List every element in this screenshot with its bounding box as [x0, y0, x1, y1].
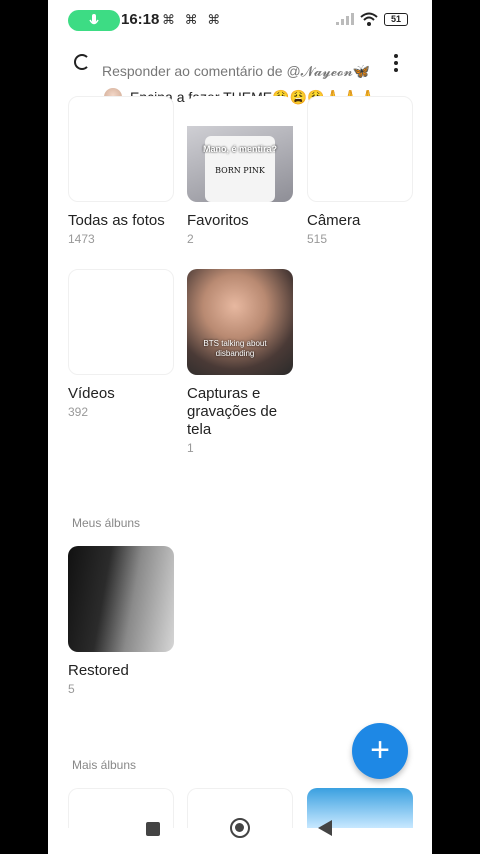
- album-count: 1: [187, 441, 194, 455]
- album-videos[interactable]: Vídeos 392: [68, 269, 178, 419]
- album-label: Restored: [68, 662, 129, 679]
- plus-icon: +: [370, 731, 390, 769]
- recents-icon[interactable]: [146, 822, 160, 836]
- mic-indicator: [68, 10, 120, 31]
- album-thumbnail: [307, 96, 413, 202]
- microphone-icon: [89, 13, 99, 24]
- album-count: 1473: [68, 232, 95, 246]
- album-thumbnail: [68, 96, 174, 202]
- album-label: Câmera: [307, 212, 361, 229]
- album-thumbnail: [68, 269, 174, 375]
- wifi-icon: [360, 12, 378, 26]
- album-favorites[interactable]: Mano, é mentira? BORN PINK Favoritos 2: [187, 96, 297, 246]
- album-count: 5: [68, 682, 75, 696]
- album-label: Todas as fotos: [68, 212, 165, 229]
- section-more-albums: Mais álbuns: [72, 758, 137, 772]
- loading-spinner-icon: [74, 54, 90, 70]
- signal-icon: [336, 13, 354, 25]
- album-restored[interactable]: Restored 5: [68, 546, 178, 696]
- navigation-bar: [48, 800, 432, 854]
- add-album-button[interactable]: +: [352, 723, 408, 779]
- album-camera[interactable]: Câmera 515: [307, 96, 417, 246]
- notification-icons: ⌘ ⌘ ⌘: [162, 12, 224, 27]
- album-label: Vídeos: [68, 385, 115, 402]
- album-thumbnail: BTS talking about disbanding: [187, 269, 293, 375]
- more-options-icon[interactable]: [394, 54, 398, 72]
- album-screenshots[interactable]: BTS talking about disbanding Capturas e …: [187, 269, 297, 455]
- favorites-caption: Mano, é mentira?: [202, 144, 277, 154]
- status-bar: 16:18 ⌘ ⌘ ⌘ 51: [48, 0, 432, 40]
- back-icon[interactable]: [318, 820, 332, 836]
- album-thumbnail: Mano, é mentira? BORN PINK: [187, 96, 293, 202]
- album-thumbnail: [68, 546, 174, 652]
- section-my-albums: Meus álbuns: [72, 516, 141, 530]
- battery-indicator: 51: [384, 12, 408, 26]
- status-right: 51: [336, 12, 408, 26]
- reply-header: Responder ao comentário de @𝓝𝓪𝔂𝓮𝓸𝓷🦋: [48, 48, 432, 88]
- album-label: Favoritos: [187, 212, 249, 229]
- album-count: 2: [187, 232, 194, 246]
- clock: 16:18: [121, 11, 160, 28]
- album-label: Capturas e gravações de tela: [187, 385, 278, 438]
- album-count: 392: [68, 405, 89, 419]
- screenshots-caption: BTS talking about disbanding: [203, 339, 267, 358]
- favorites-shirt-text: BORN PINK: [215, 166, 265, 175]
- album-all-photos[interactable]: Todas as fotos 1473: [68, 96, 178, 246]
- album-count: 515: [307, 232, 328, 246]
- gallery-screen: 16:18 ⌘ ⌘ ⌘ 51 Responder ao comentário d…: [48, 0, 432, 854]
- home-icon[interactable]: [230, 818, 250, 838]
- reply-text: Responder ao comentário de @𝓝𝓪𝔂𝓮𝓸𝓷🦋: [102, 63, 371, 79]
